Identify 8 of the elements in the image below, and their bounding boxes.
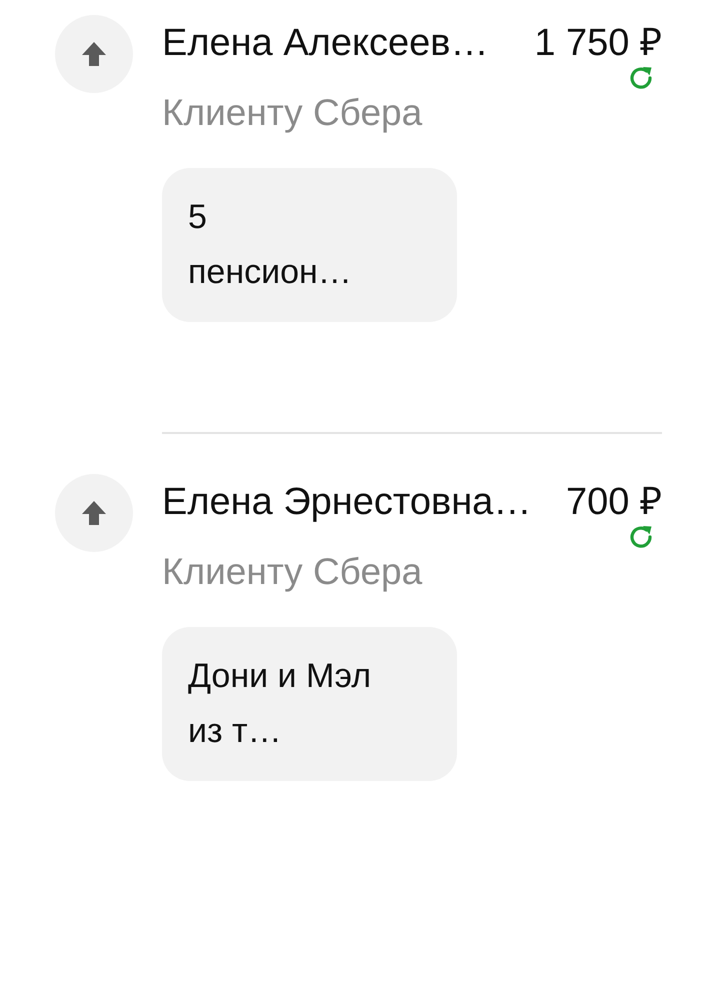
- transfer-amount: 1 750 ₽: [534, 21, 662, 66]
- message-bubble: 5 пенсион…: [162, 168, 457, 322]
- recipient-name: Елена Алексеев…: [162, 21, 490, 66]
- recipient-name: Елена Эрнестовна…: [162, 480, 532, 525]
- transfer-type: Клиенту Сбера: [162, 91, 424, 135]
- transfer-type: Клиенту Сбера: [162, 550, 424, 594]
- message-bubble: Дони и Мэл из т…: [162, 627, 457, 781]
- transfer-amount: 700 ₽: [566, 480, 662, 525]
